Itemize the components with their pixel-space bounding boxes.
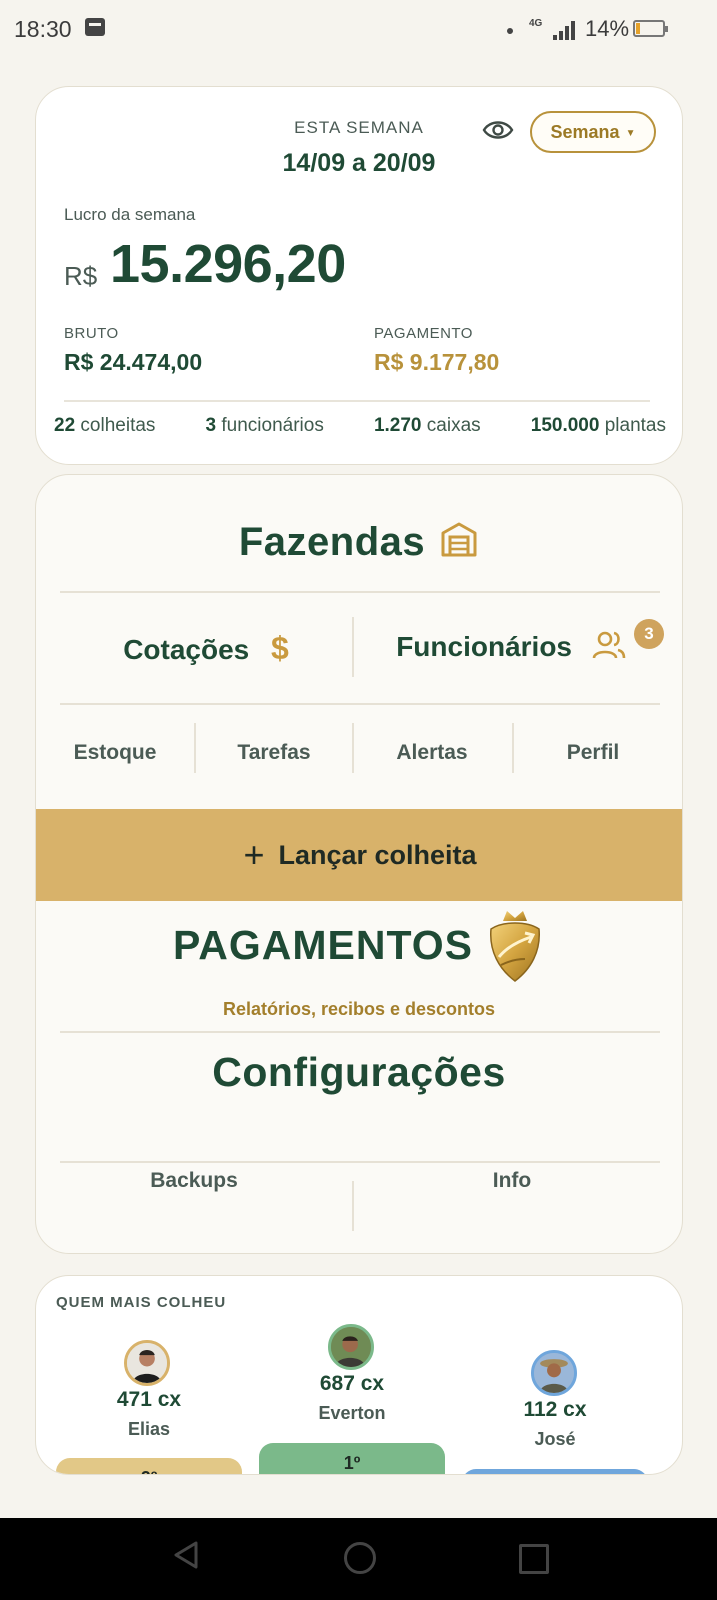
- podium-name: Everton: [318, 1403, 386, 1423]
- profit-value: 15.296,20: [110, 234, 346, 294]
- payments-label: PAGAMENTOS: [172, 922, 474, 968]
- gross-label: BRUTO: [64, 325, 119, 342]
- divider: [60, 703, 660, 705]
- profit-label: Lucro da semana: [64, 205, 196, 224]
- payments-button[interactable]: PAGAMENTOS: [36, 907, 682, 983]
- podium-value: 471 cx: [116, 1388, 182, 1411]
- person-photo: [331, 1327, 371, 1367]
- home-icon[interactable]: [344, 1542, 376, 1574]
- quotes-button[interactable]: Cotações $: [66, 630, 346, 667]
- payment-value: R$ 9.177,80: [374, 349, 500, 375]
- podium-bar-third: 3º: [462, 1469, 648, 1474]
- alerts-button[interactable]: Alertas: [354, 741, 510, 765]
- period-select-label: Semana: [550, 122, 620, 142]
- farms-button[interactable]: Fazendas: [36, 519, 682, 565]
- stock-button[interactable]: Estoque: [36, 741, 194, 765]
- podium-value: 112 cx: [523, 1398, 587, 1421]
- gross-value: R$ 24.474,00: [64, 349, 203, 375]
- launch-harvest-button[interactable]: + Lançar colheita: [36, 809, 682, 901]
- avatar: [124, 1340, 170, 1386]
- caret-down-icon: ▼: [625, 128, 636, 139]
- avatar: [328, 1324, 374, 1370]
- back-icon[interactable]: [173, 1540, 199, 1570]
- main-menu-card: Fazendas Cotações $ Funcionários 3 Estoq…: [35, 474, 683, 1254]
- notification-dot-icon: [507, 28, 513, 34]
- stat-plants: 150.000 plantas: [530, 415, 666, 436]
- plus-icon: +: [243, 834, 265, 875]
- divider: [60, 1031, 660, 1033]
- stat-employees: 3 funcionários: [205, 415, 324, 436]
- sim-card-icon: [85, 18, 105, 36]
- employees-label: Funcionários: [396, 631, 572, 662]
- period-select-button[interactable]: Semana ▼: [530, 111, 656, 153]
- employees-button[interactable]: Funcionários: [366, 630, 656, 663]
- info-button[interactable]: Info: [354, 1169, 670, 1193]
- employees-badge: 3: [634, 619, 664, 649]
- users-icon: [592, 631, 626, 659]
- network-type: 4G: [529, 18, 543, 29]
- recent-apps-icon[interactable]: [519, 1544, 549, 1574]
- podium-bar-first: 1º: [259, 1443, 445, 1474]
- eye-icon[interactable]: [482, 117, 514, 143]
- top-harvesters-title: QUEM MAIS COLHEU: [56, 1294, 227, 1311]
- divider: [352, 617, 354, 677]
- farms-label: Fazendas: [238, 520, 426, 564]
- weekly-summary-card: ESTA SEMANA 14/09 a 20/09 Semana ▼ Lucro …: [35, 86, 683, 465]
- stat-harvests: 22 colheitas: [54, 415, 156, 436]
- stat-boxes: 1.270 caixas: [373, 415, 481, 436]
- status-bar: 18:30 4G 14%: [0, 0, 717, 60]
- avatar: [531, 1350, 577, 1396]
- clock: 18:30: [14, 16, 72, 42]
- currency-symbol: R$: [64, 261, 98, 291]
- payments-subtitle: Relatórios, recibos e descontos: [222, 999, 496, 1019]
- divider: [60, 591, 660, 593]
- podium-name: José: [534, 1429, 576, 1449]
- payment-label: PAGAMENTO: [374, 325, 473, 342]
- battery-percent: 14%: [585, 16, 630, 41]
- settings-button[interactable]: Configurações: [36, 1049, 682, 1096]
- stats-row: 22 colheitas 3 funcionários 1.270 caixas…: [54, 415, 666, 437]
- podium-name: Elias: [127, 1419, 171, 1439]
- divider: [60, 1161, 660, 1163]
- warehouse-icon: [441, 522, 477, 557]
- quotes-label: Cotações: [123, 634, 250, 665]
- person-photo: [534, 1353, 574, 1393]
- signal-icon: [553, 20, 577, 40]
- week-range: 14/09 a 20/09: [282, 149, 436, 177]
- backups-button[interactable]: Backups: [36, 1169, 352, 1193]
- gold-shield-crown-icon: [490, 911, 540, 982]
- podium-value: 687 cx: [319, 1372, 385, 1395]
- divider: [64, 400, 650, 402]
- podium-bar-second: 2º: [56, 1458, 242, 1474]
- profile-button[interactable]: Perfil: [514, 741, 672, 765]
- person-photo: [127, 1343, 167, 1383]
- top-harvesters-card: QUEM MAIS COLHEU 471 cx Elias 2º 687 cx …: [35, 1275, 683, 1475]
- battery-icon: [633, 20, 668, 37]
- tasks-button[interactable]: Tarefas: [196, 741, 352, 765]
- launch-harvest-label: Lançar colheita: [278, 840, 477, 870]
- dollar-icon: $: [271, 630, 289, 666]
